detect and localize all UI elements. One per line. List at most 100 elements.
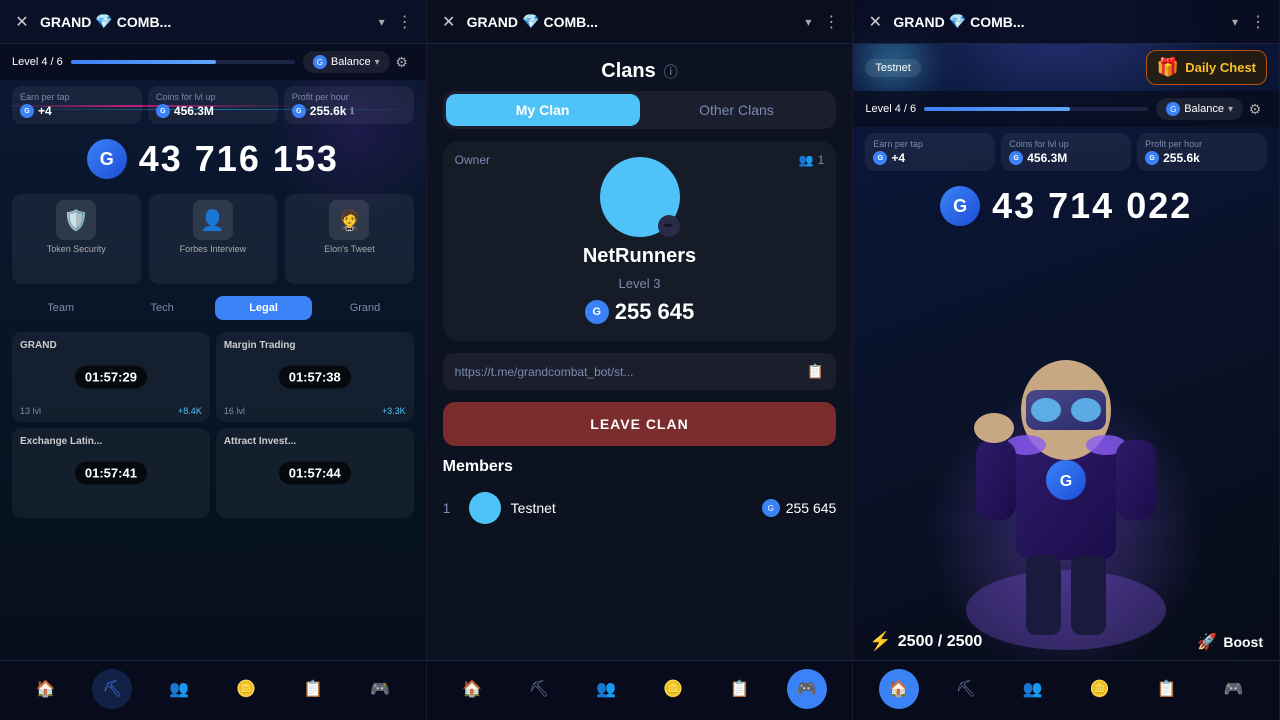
boost-card-token-1[interactable]: 🛡️ Token Security xyxy=(12,194,141,284)
upgrade-lvl-margin-1: 16 lvl xyxy=(224,406,245,416)
leave-clan-button[interactable]: LEAVE CLAN xyxy=(443,402,837,446)
stat-value-lvl-3: 456.3M xyxy=(1027,151,1067,165)
diamond-icon-2: 💎 xyxy=(522,13,539,30)
boost-card-elon-1[interactable]: 🤵 Elon's Tweet xyxy=(285,194,414,284)
bottom-nav-1: 🏠 ⛏ 👥 🪙 📋 🎮 xyxy=(0,660,426,720)
stat-value-earn-3: +4 xyxy=(891,151,905,165)
balance-button-3[interactable]: G Balance ▾ xyxy=(1156,98,1243,120)
nav-mine-2[interactable]: ⛏ xyxy=(519,669,559,709)
coin-big-icon-1: G xyxy=(87,139,127,179)
forbes-card-img-1: 👤 xyxy=(193,200,233,240)
upgrade-grid-1: GRAND 01:57:29 13 lvl +8.4K Margin Tradi… xyxy=(0,326,426,524)
app-title-2: GRAND 💎 COMB... xyxy=(467,13,598,30)
nav-home-1[interactable]: 🏠 xyxy=(25,669,65,709)
member-coins: G 255 645 xyxy=(762,499,837,517)
chevron-icon-3[interactable]: ▾ xyxy=(1232,15,1238,29)
balance-button-1[interactable]: G Balance ▾ xyxy=(303,51,390,73)
balance-label-3: Balance xyxy=(1184,103,1224,115)
tab-legal-1[interactable]: Legal xyxy=(215,296,312,320)
clan-tab-other[interactable]: Other Clans xyxy=(640,94,834,126)
panel-3: G xyxy=(853,0,1280,720)
stat-profit-3: Profit per hour G 255.6k xyxy=(1137,133,1267,171)
member-num: 1 xyxy=(443,500,459,516)
close-button-1[interactable]: ✕ xyxy=(12,12,32,32)
nav-mine-1[interactable]: ⛏ xyxy=(92,669,132,709)
upgrade-card-attract-1[interactable]: Attract Invest... 01:57:44 xyxy=(216,428,414,518)
upgrade-title-exchange-1: Exchange Latin... xyxy=(20,436,202,447)
nav-team-3[interactable]: 👥 xyxy=(1013,669,1053,709)
nav-earn-1[interactable]: 🪙 xyxy=(226,669,266,709)
tab-team-1[interactable]: Team xyxy=(12,296,109,320)
nav-tasks-3[interactable]: 📋 xyxy=(1147,669,1187,709)
clan-link-copy-icon[interactable]: 📋 xyxy=(807,363,824,380)
nav-team-2[interactable]: 👥 xyxy=(586,669,626,709)
nav-team-1[interactable]: 👥 xyxy=(159,669,199,709)
upgrade-card-grand-1[interactable]: GRAND 01:57:29 13 lvl +8.4K xyxy=(12,332,210,422)
coin-display-3: G 43 714 022 xyxy=(853,177,1279,235)
nav-game-1[interactable]: 🎮 xyxy=(360,669,400,709)
clan-link-text: https://t.me/grandcombat_bot/st... xyxy=(455,365,799,379)
upgrade-timer-margin-1: 01:57:38 xyxy=(279,366,351,389)
stat-label-lvl-3: Coins for lvl up xyxy=(1009,139,1123,149)
clans-title: Clans xyxy=(601,60,655,83)
nav-tasks-1[interactable]: 📋 xyxy=(293,669,333,709)
nav-game-2[interactable]: 🎮 xyxy=(787,669,827,709)
stat-value-lvl-1: 456.3M xyxy=(174,104,214,118)
upgrade-timer-grand-1: 01:57:29 xyxy=(75,366,147,389)
chest-icon: 🎁 xyxy=(1157,57,1179,78)
stat-coins-lvl-3: Coins for lvl up G 456.3M xyxy=(1001,133,1131,171)
stat-value-earn-1: +4 xyxy=(38,104,52,118)
upgrade-card-margin-1[interactable]: Margin Trading 01:57:38 16 lvl +3.3K xyxy=(216,332,414,422)
panel-2-top-bar: ✕ GRAND 💎 COMB... ▾ ⋮ xyxy=(427,0,853,44)
more-options-2[interactable]: ⋮ xyxy=(823,12,840,32)
clan-coins-value: 255 645 xyxy=(615,299,695,325)
boost-label: Boost xyxy=(1223,634,1263,650)
clans-info-icon[interactable]: ⓘ xyxy=(664,62,678,82)
stat-coin-profit-3: G xyxy=(1145,151,1159,165)
boost-button[interactable]: 🚀 Boost xyxy=(1197,632,1263,652)
clan-tab-my[interactable]: My Clan xyxy=(446,94,640,126)
boost-cards-1: 🛡️ Token Security 👤 Forbes Interview 🤵 E… xyxy=(0,188,426,290)
nav-earn-2[interactable]: 🪙 xyxy=(653,669,693,709)
stat-earn-per-tap-3: Earn per tap G +4 xyxy=(865,133,995,171)
coin-big-icon-3: G xyxy=(940,186,980,226)
settings-button-3[interactable]: ⚙ xyxy=(1243,97,1267,121)
tab-grand-1[interactable]: Grand xyxy=(316,296,413,320)
clan-avatar-edit-icon[interactable]: ✏ xyxy=(658,215,680,237)
close-button-2[interactable]: ✕ xyxy=(439,12,459,32)
member-coin-value: 255 645 xyxy=(786,500,837,516)
balance-chevron-1: ▾ xyxy=(375,57,380,68)
settings-button-1[interactable]: ⚙ xyxy=(390,50,414,74)
close-button-3[interactable]: ✕ xyxy=(865,12,885,32)
clan-tabs: My Clan Other Clans xyxy=(443,91,837,129)
upgrade-card-exchange-1[interactable]: Exchange Latin... 01:57:41 xyxy=(12,428,210,518)
member-name: Testnet xyxy=(511,500,752,516)
tab-tech-1[interactable]: Tech xyxy=(113,296,210,320)
level-text-3: Level 4 / 6 xyxy=(865,103,916,115)
members-section: Members 1 Testnet G 255 645 xyxy=(443,458,837,532)
stats-row-1: Earn per tap G +4 Coins for lvl up G 456… xyxy=(0,80,426,130)
nav-earn-3[interactable]: 🪙 xyxy=(1080,669,1120,709)
chevron-icon-1[interactable]: ▾ xyxy=(379,15,385,29)
more-options-3[interactable]: ⋮ xyxy=(1250,12,1267,32)
app-title-1: GRAND 💎 COMB... xyxy=(40,13,171,30)
daily-chest-button[interactable]: 🎁 Daily Chest xyxy=(1146,50,1267,85)
stat-coin-profit-1: G xyxy=(292,104,306,118)
nav-mine-3[interactable]: ⛏ xyxy=(946,669,986,709)
stat-value-profit-1: 255.6k xyxy=(310,104,347,118)
nav-game-3[interactable]: 🎮 xyxy=(1214,669,1254,709)
panel-3-top-bar: ✕ GRAND 💎 COMB... ▾ ⋮ xyxy=(853,0,1279,44)
nav-home-2[interactable]: 🏠 xyxy=(452,669,492,709)
level-text-1: Level 4 / 6 xyxy=(12,56,63,68)
forbes-card-label-1: Forbes Interview xyxy=(180,244,247,254)
chevron-icon-2[interactable]: ▾ xyxy=(805,15,811,29)
stat-coin-lvl-3: G xyxy=(1009,151,1023,165)
token-card-label-1: Token Security xyxy=(47,244,106,254)
stat-label-profit-3: Profit per hour xyxy=(1145,139,1259,149)
balance-label-1: Balance xyxy=(331,56,371,68)
more-options-1[interactable]: ⋮ xyxy=(397,12,414,32)
nav-tasks-2[interactable]: 📋 xyxy=(720,669,760,709)
level-progress-1 xyxy=(71,60,295,64)
nav-home-3[interactable]: 🏠 xyxy=(879,669,919,709)
boost-card-forbes-1[interactable]: 👤 Forbes Interview xyxy=(149,194,278,284)
